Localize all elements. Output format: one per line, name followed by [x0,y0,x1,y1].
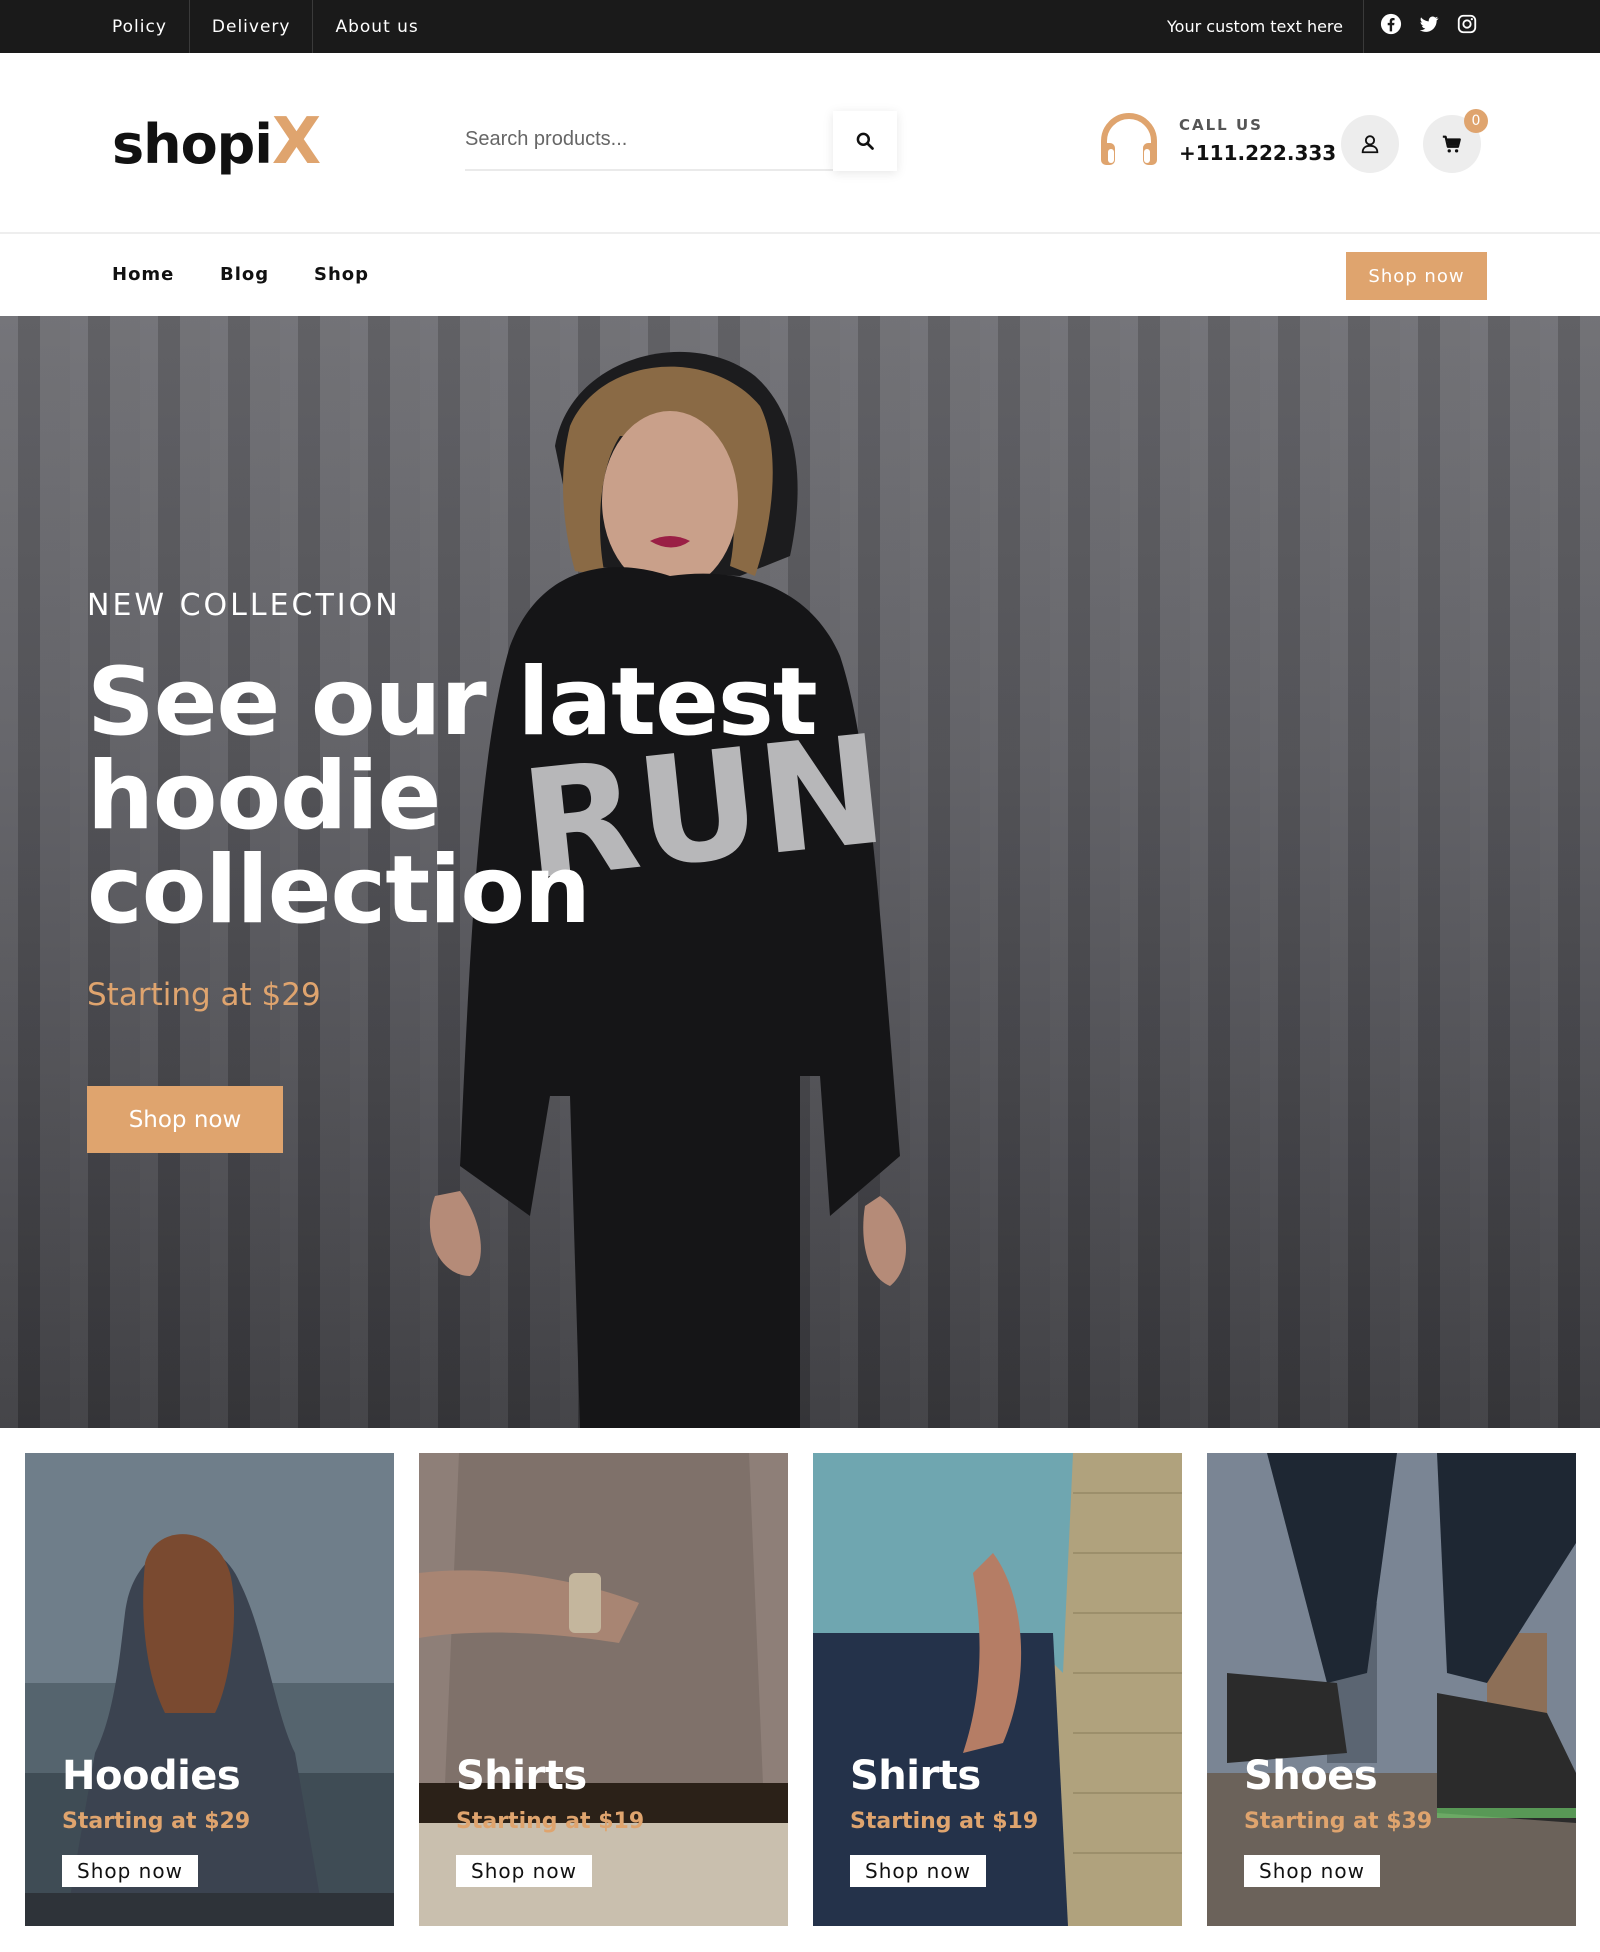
nav-home[interactable]: Home [112,264,174,285]
category-cards: Hoodies Starting at $29 Shop now Shirts … [0,1428,1600,1952]
category-card-shoes[interactable]: Shoes Starting at $39 Shop now [1207,1453,1576,1926]
category-price: Starting at $19 [850,1809,1039,1834]
top-link-delivery[interactable]: Delivery [190,0,314,53]
category-card-shirts-1[interactable]: Shirts Starting at $19 Shop now [419,1453,788,1926]
user-icon [1361,135,1379,154]
search-button[interactable] [833,111,897,171]
category-card-hoodies[interactable]: Hoodies Starting at $29 Shop now [25,1453,394,1926]
hero-title-line-3: collection [87,836,591,945]
category-shop-now-button[interactable]: Shop now [62,1855,198,1887]
category-shop-now-button[interactable]: Shop now [456,1855,592,1887]
main-nav: Home Blog Shop Shop now [0,234,1600,316]
logo-accent: X [271,105,321,179]
top-link-about[interactable]: About us [313,0,440,53]
twitter-icon[interactable] [1418,13,1442,37]
cart-icon [1442,135,1461,153]
hero-banner: RUN NEW COLLECTION See our latest hoodie… [0,316,1600,1428]
hero-eyebrow: NEW COLLECTION [87,588,401,623]
logo[interactable]: shopiX [112,105,321,179]
logo-text: shopi [112,113,273,176]
facebook-icon[interactable] [1380,13,1404,37]
nav-shop[interactable]: Shop [314,264,369,285]
hero-price: Starting at $29 [87,977,321,1013]
category-card-shirts-2[interactable]: Shirts Starting at $19 Shop now [813,1453,1182,1926]
site-header: shopiX CALL US +111.222.333 0 [0,53,1600,234]
category-price: Starting at $19 [456,1809,645,1834]
nav-shop-now-button[interactable]: Shop now [1346,252,1487,300]
call-label: CALL US [1179,116,1263,134]
top-link-policy[interactable]: Policy [90,0,190,53]
search-input[interactable] [465,111,835,167]
search-icon [856,132,874,150]
nav-blog[interactable]: Blog [220,264,269,285]
category-price: Starting at $39 [1244,1809,1433,1834]
category-name: Shoes [1244,1753,1378,1799]
account-button[interactable] [1341,115,1399,173]
custom-text: Your custom text here [1140,0,1364,53]
call-us: CALL US +111.222.333 [1098,111,1336,175]
hero-title: See our latest hoodie collection [87,656,847,938]
category-price: Starting at $29 [62,1809,251,1834]
headset-icon [1101,113,1157,165]
instagram-icon[interactable] [1456,13,1480,37]
social-links [1380,13,1480,37]
category-shop-now-button[interactable]: Shop now [1244,1855,1380,1887]
call-number[interactable]: +111.222.333 [1179,141,1336,165]
top-links: Policy Delivery About us [90,0,441,53]
hero-shop-now-button[interactable]: Shop now [87,1086,283,1153]
top-bar: Policy Delivery About us Your custom tex… [0,0,1600,53]
category-name: Shirts [850,1753,981,1799]
category-name: Shirts [456,1753,587,1799]
hero-title-line-2: hoodie [87,742,441,851]
category-name: Hoodies [62,1753,241,1799]
category-shop-now-button[interactable]: Shop now [850,1855,986,1887]
cart-count-badge: 0 [1464,109,1488,133]
search-bar [465,111,897,171]
hero-title-line-1: See our latest [87,648,818,757]
